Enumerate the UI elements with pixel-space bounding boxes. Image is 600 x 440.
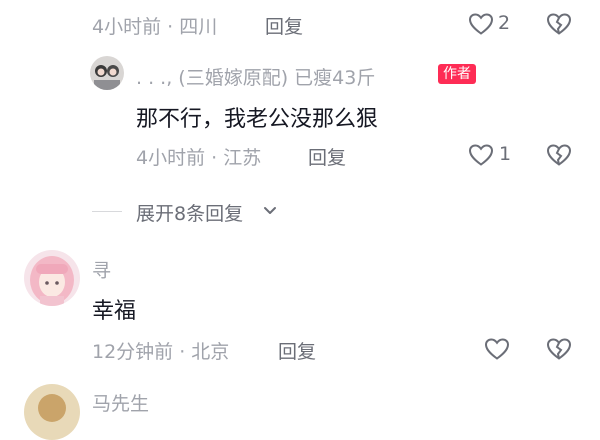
avatar[interactable] bbox=[24, 384, 80, 440]
comment-text: 那不行，我老公没那么狠 bbox=[136, 107, 379, 132]
author-badge: 作者 bbox=[438, 64, 476, 84]
dislike-heart-icon[interactable] bbox=[546, 143, 572, 167]
reply-button[interactable]: 回复 bbox=[265, 12, 303, 39]
username[interactable]: 马先生 bbox=[92, 389, 149, 416]
comment-meta: 4小时前 · 四川 bbox=[92, 16, 218, 38]
like-count: 2 bbox=[498, 12, 511, 34]
comment-meta: 4小时前 · 江苏 bbox=[136, 147, 262, 169]
heart-icon[interactable] bbox=[468, 12, 494, 36]
reply-button[interactable]: 回复 bbox=[278, 337, 316, 364]
avatar[interactable] bbox=[90, 56, 124, 90]
dislike-heart-icon[interactable] bbox=[546, 337, 572, 361]
chevron-down-icon[interactable] bbox=[262, 204, 278, 218]
avatar[interactable] bbox=[24, 250, 80, 306]
comment-meta: 12分钟前 · 北京 bbox=[92, 341, 230, 363]
heart-icon[interactable] bbox=[468, 143, 494, 167]
expand-replies-button[interactable]: 展开8条回复 bbox=[136, 199, 243, 226]
heart-icon[interactable] bbox=[484, 337, 510, 361]
username[interactable]: . . ., (三婚嫁原配) 已瘦43斤 bbox=[136, 63, 375, 90]
reply-button[interactable]: 回复 bbox=[308, 143, 346, 170]
like-count: 1 bbox=[499, 143, 512, 165]
comment-text: 幸福 bbox=[92, 299, 137, 324]
dislike-heart-icon[interactable] bbox=[546, 12, 572, 36]
divider bbox=[92, 211, 122, 212]
username[interactable]: 寻 bbox=[92, 256, 111, 283]
